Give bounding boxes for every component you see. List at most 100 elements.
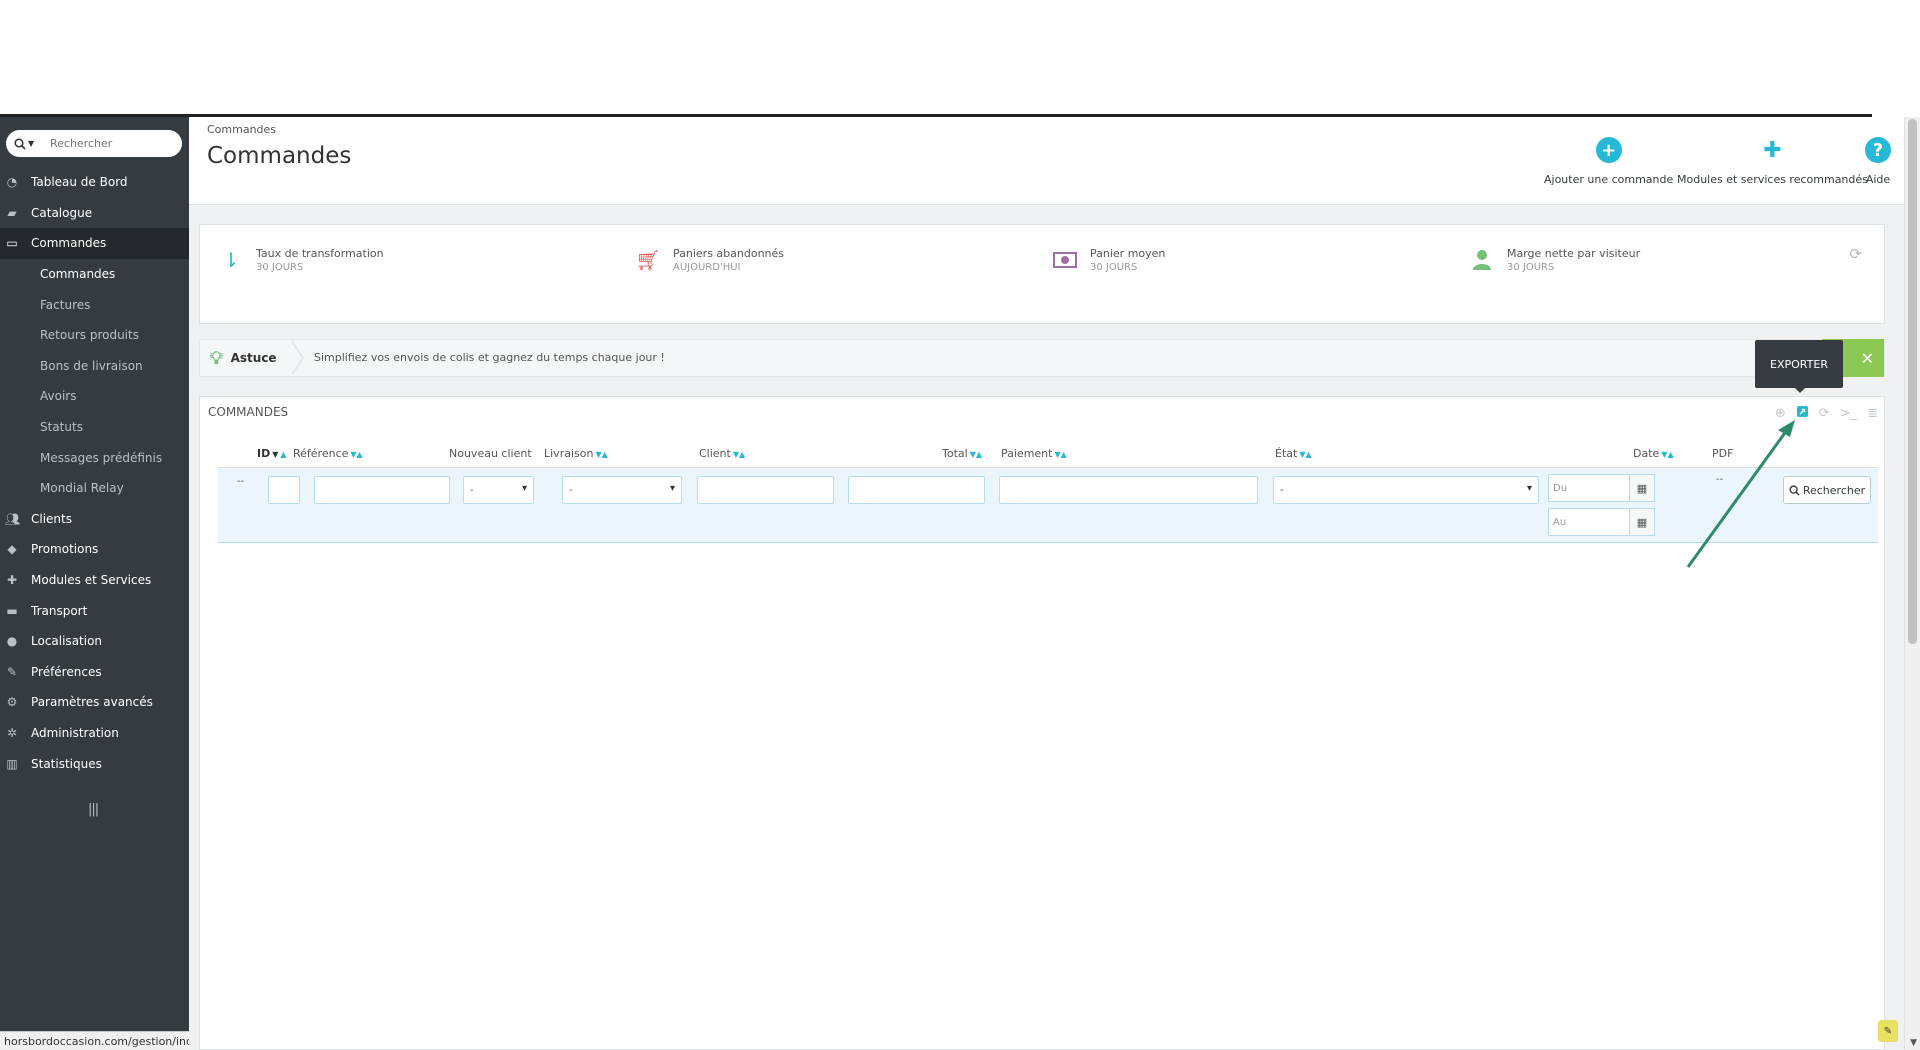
column-header-new-client: Nouveau client: [449, 447, 532, 460]
sidebar-item-label: Administration: [31, 725, 119, 740]
sidebar-subitem-factures[interactable]: Factures: [0, 289, 189, 320]
breadcrumb[interactable]: Commandes: [207, 123, 276, 136]
column-header-client[interactable]: Client ▼▲: [699, 447, 745, 460]
column-header-total[interactable]: Total ▼▲: [942, 447, 982, 460]
column-label: Client: [699, 447, 731, 460]
total-filter-input[interactable]: [848, 476, 985, 504]
sidebar-subitem-messages-predefinis[interactable]: Messages prédéfinis: [0, 442, 189, 473]
column-header-payment[interactable]: Paiement ▼▲: [1001, 447, 1067, 460]
add-order-button[interactable]: + Ajouter une commande: [1544, 137, 1673, 186]
column-header-delivery[interactable]: Livraison ▼▲: [544, 447, 608, 460]
sidebar-item-catalogue[interactable]: ▰ Catalogue: [0, 198, 189, 229]
date-to-picker[interactable]: Au ▦: [1548, 508, 1655, 536]
vertical-scrollbar[interactable]: ▼: [1904, 117, 1920, 1050]
column-label: ID: [257, 447, 271, 460]
refresh-icon[interactable]: ⟳: [1849, 245, 1862, 263]
search-icon[interactable]: ▼: [6, 137, 38, 150]
tip-separator-inner: [290, 340, 302, 376]
panel-title: COMMANDES: [208, 405, 289, 419]
search-button[interactable]: Rechercher: [1783, 476, 1871, 504]
bar-chart-icon: ▥: [6, 756, 18, 771]
client-filter-input[interactable]: [697, 476, 834, 504]
kpi-conversion[interactable]: ⇂ Taux de transformation 30 JOURS: [218, 247, 384, 273]
sidebar-item-label: Catalogue: [31, 205, 93, 220]
sidebar-subitem-mondial-relay[interactable]: Mondial Relay: [0, 473, 189, 504]
sort-amount-icon: ⇂: [222, 248, 240, 272]
tip-label-text: Astuce: [230, 351, 277, 365]
date-to-input[interactable]: Au: [1548, 508, 1630, 536]
question-circle-icon: ?: [1865, 137, 1891, 163]
sort-icon[interactable]: ▼▲: [1054, 450, 1066, 459]
sidebar-item-localisation[interactable]: ● Localisation: [0, 626, 189, 657]
recommended-modules-button[interactable]: ✚ Modules et services recommandés: [1677, 137, 1868, 187]
kpi-abandoned-carts[interactable]: 🛒︎ Paniers abandonnés AUJOURD'HUI: [635, 247, 784, 273]
sidebar-item-transport[interactable]: ▬ Transport: [0, 595, 189, 626]
column-header-pdf: PDF: [1712, 447, 1733, 460]
sort-icon[interactable]: ▼▲: [733, 450, 745, 459]
export-icon[interactable]: [1796, 405, 1809, 422]
calendar-icon[interactable]: ▦: [1630, 474, 1655, 502]
sidebar-nav: ◔ Tableau de Bord ▰ Catalogue ▭ Commande…: [0, 167, 189, 779]
sidebar-item-parametres-avances[interactable]: ⚙ Paramètres avancés: [0, 687, 189, 718]
sort-icon[interactable]: ▼▲: [1299, 450, 1311, 459]
column-header-date[interactable]: Date ▼▲: [1633, 447, 1674, 460]
sidebar-subitem-statuts[interactable]: Statuts: [0, 412, 189, 443]
column-label: Nouveau client: [449, 447, 532, 460]
scrollbar-thumb[interactable]: [1908, 119, 1917, 644]
sidebar-item-commandes[interactable]: ▭ Commandes: [0, 228, 189, 259]
sort-icon[interactable]: ▲: [280, 450, 286, 459]
database-icon[interactable]: ≣: [1867, 406, 1878, 421]
column-label: Référence: [293, 447, 349, 460]
search-button-label: Rechercher: [1802, 483, 1866, 497]
calendar-icon[interactable]: ▦: [1630, 508, 1655, 536]
sidebar-item-statistiques[interactable]: ▥ Statistiques: [0, 748, 189, 779]
kpi-average-cart[interactable]: Panier moyen 30 JOURS: [1052, 247, 1165, 273]
sidebar-item-tableau-de-bord[interactable]: ◔ Tableau de Bord: [0, 167, 189, 198]
kpi-net-margin[interactable]: Marge nette par visiteur 30 JOURS: [1469, 247, 1640, 273]
select-value: -: [470, 484, 474, 496]
sidebar-search[interactable]: ▼: [6, 130, 182, 157]
tip-text: Simplifiez vos envois de colis et gagnez…: [314, 351, 665, 364]
tip-banner: 💡︎ Astuce Simplifiez vos envois de colis…: [199, 339, 1885, 377]
sidebar-subitem-commandes[interactable]: Commandes: [0, 259, 189, 290]
sort-icon[interactable]: ▼▲: [350, 450, 362, 459]
sidebar-item-label: Transport: [31, 603, 88, 618]
new-client-select[interactable]: -: [463, 476, 534, 504]
money-icon: [1052, 247, 1078, 273]
date-from-input[interactable]: Du: [1548, 474, 1630, 502]
column-header-reference[interactable]: Référence ▼▲: [293, 447, 363, 460]
sidebar-item-administration[interactable]: ✲ Administration: [0, 718, 189, 749]
search-input[interactable]: [38, 137, 168, 150]
kpi-subtitle: 30 JOURS: [1507, 262, 1555, 273]
sidebar-item-modules[interactable]: ✚ Modules et Services: [0, 565, 189, 596]
date-from-picker[interactable]: Du ▦: [1548, 474, 1655, 502]
sort-icon[interactable]: ▼▲: [1661, 450, 1673, 459]
browser-blank-area: [0, 0, 1920, 114]
cogs-icon: ⚙: [6, 695, 18, 710]
delivery-select[interactable]: -: [562, 476, 682, 504]
column-header-state[interactable]: État ▼▲: [1275, 447, 1312, 460]
sidebar-item-label: Modules et Services: [31, 573, 152, 588]
sidebar-item-clients[interactable]: 👥︎ Clients: [0, 504, 189, 535]
sort-icon[interactable]: ▼: [272, 450, 278, 459]
sidebar-subitem-avoirs[interactable]: Avoirs: [0, 381, 189, 412]
id-filter-input[interactable]: [268, 476, 300, 504]
refresh-list-icon[interactable]: ⟳: [1819, 406, 1830, 421]
column-header-id[interactable]: ID ▼ ▲: [257, 447, 287, 460]
sidebar-collapse-icon[interactable]: |||: [88, 802, 99, 817]
sticky-note-icon[interactable]: ✎: [1878, 1020, 1898, 1042]
scroll-down-icon[interactable]: ▼: [1910, 1038, 1917, 1048]
sidebar-subitem-retours-produits[interactable]: Retours produits: [0, 320, 189, 351]
state-select[interactable]: -: [1273, 476, 1539, 504]
help-button[interactable]: ? Aide: [1865, 137, 1891, 186]
sort-icon[interactable]: ▼▲: [970, 450, 982, 459]
sql-terminal-icon[interactable]: >_: [1840, 406, 1857, 421]
sidebar-item-promotions[interactable]: ◆ Promotions: [0, 534, 189, 565]
sidebar-item-preferences[interactable]: ✎ Préférences: [0, 657, 189, 688]
sort-icon[interactable]: ▼▲: [595, 450, 607, 459]
payment-filter-input[interactable]: [999, 476, 1258, 504]
filter-row: -- - - - Du ▦ Au ▦ -- Rechercher: [218, 467, 1878, 543]
add-circle-icon[interactable]: ⊕: [1775, 406, 1786, 421]
reference-filter-input[interactable]: [314, 476, 450, 504]
sidebar-subitem-bons-de-livraison[interactable]: Bons de livraison: [0, 351, 189, 382]
